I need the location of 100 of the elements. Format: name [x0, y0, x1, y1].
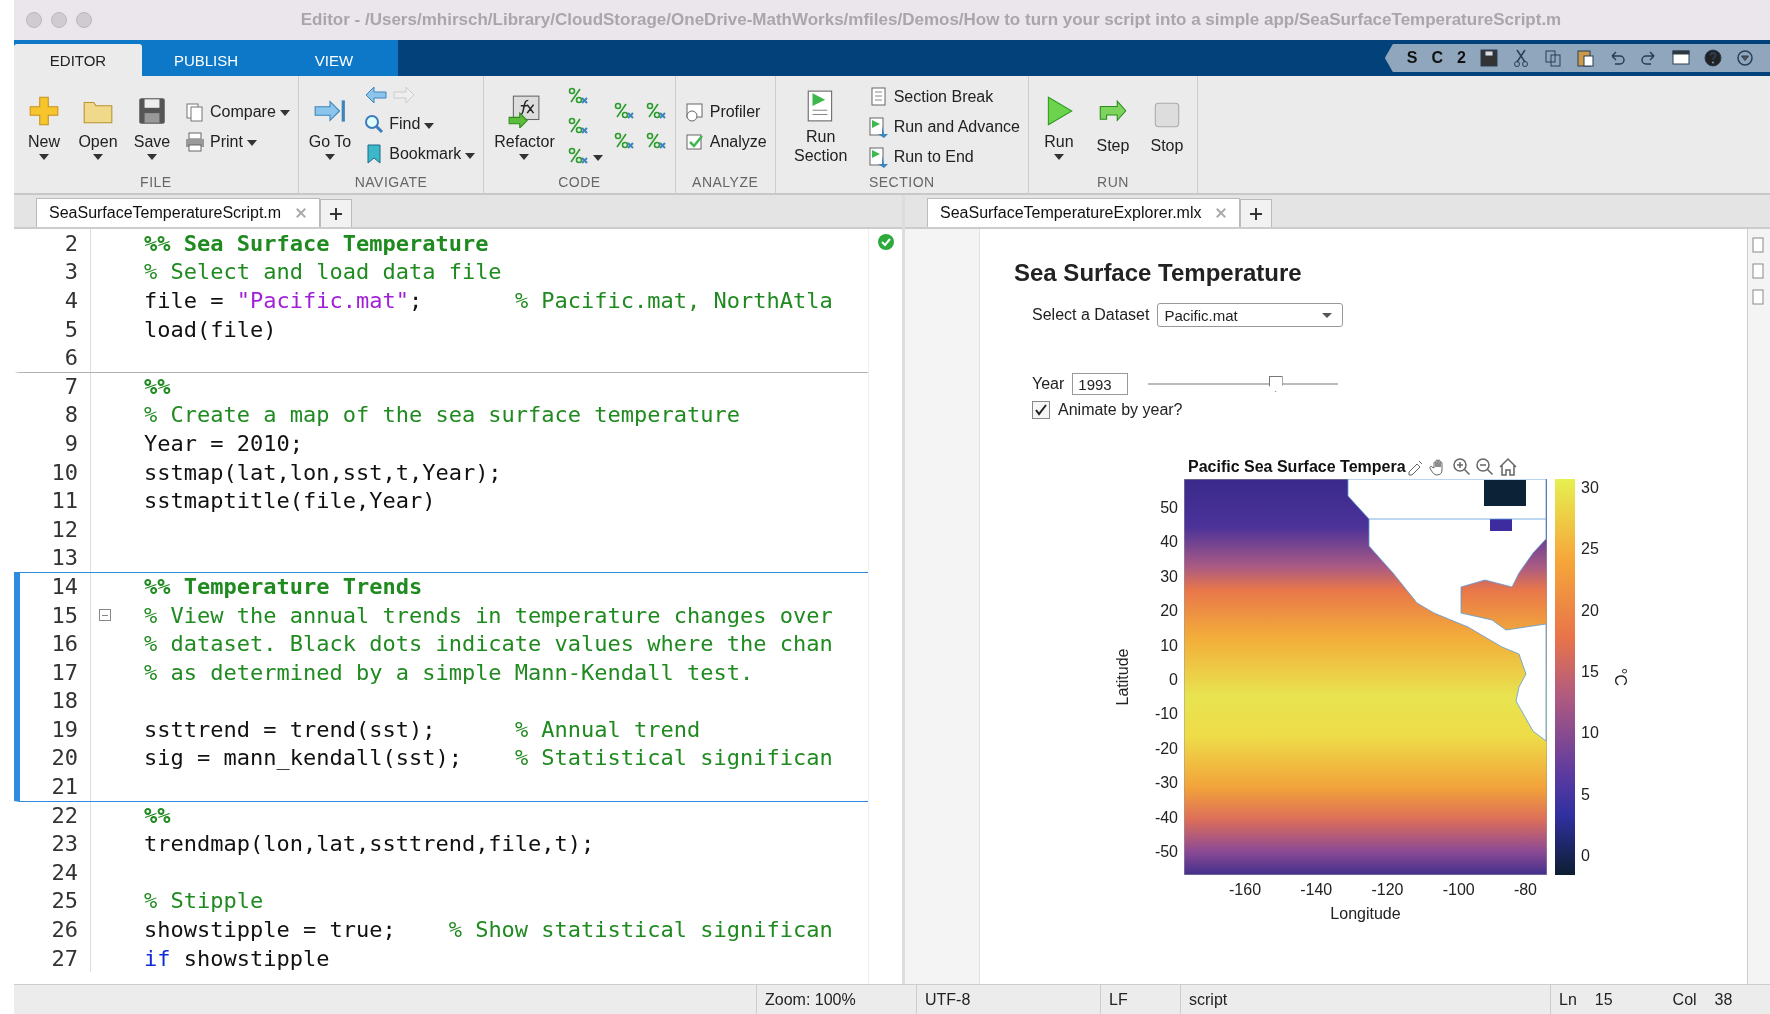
axis-label: Latitude	[1114, 648, 1132, 706]
live-script-heading: Sea Surface Temperature	[1014, 259, 1303, 287]
collapse-icon[interactable]	[99, 609, 111, 621]
zoom-out-icon[interactable]	[1474, 457, 1495, 477]
toolbar-button[interactable]: Print	[182, 128, 292, 155]
line-number: 10	[50, 459, 79, 485]
close-icon[interactable]	[295, 207, 308, 219]
toolbar-button[interactable]: Analyze	[681, 128, 769, 155]
year-field[interactable]: 1993	[1072, 373, 1129, 395]
line-number: 5	[63, 316, 79, 342]
toolbar-group-label: CODE	[557, 173, 602, 192]
toolbar-button[interactable]: Save	[128, 91, 176, 162]
axis-tick-label: -50	[1154, 842, 1178, 861]
colorbar-tick-label: 25	[1581, 540, 1600, 559]
tab-label: SeaSurfaceTemperatureExplorer.mlx	[940, 204, 1202, 222]
plus-icon	[329, 206, 344, 221]
windows-icon[interactable]	[1671, 48, 1691, 68]
toolbar-button[interactable]: New	[20, 91, 68, 162]
code-line: % Stipple	[143, 888, 264, 914]
help-icon[interactable]	[1703, 48, 1723, 68]
line-number: 25	[50, 888, 79, 914]
code-line: %% Temperature Trends	[143, 574, 423, 600]
toolbar-button[interactable]: Section Break	[865, 83, 1022, 110]
toolbar-icon	[184, 100, 206, 123]
axis-tick-label: 20	[1160, 602, 1178, 621]
line-number: 19	[50, 716, 79, 742]
toolbar-button[interactable]: Run Section	[781, 86, 860, 167]
axis-tick-label: -160	[1229, 881, 1262, 900]
toolbar-button[interactable]: Refactor	[490, 91, 559, 162]
ribbon-tab[interactable]: VIEW	[270, 44, 398, 76]
status-text: 38	[1714, 990, 1733, 1009]
code-line: trendmap(lon,lat,ssttrend,file,t);	[143, 831, 595, 857]
caret-icon	[39, 153, 49, 160]
toolbar-button[interactable]: Bookmark	[361, 141, 478, 167]
checkbox[interactable]	[1032, 401, 1050, 419]
close-icon[interactable]	[1215, 207, 1228, 219]
line-number: 2	[63, 230, 79, 256]
status-line-ending: LF	[1100, 985, 1180, 1014]
toolbar-group-label: RUN	[1096, 173, 1130, 192]
dataset-dropdown[interactable]: Pacific.mat	[1157, 303, 1344, 327]
axis-tick-label: -40	[1154, 808, 1178, 827]
code-line: % View the annual trends in temperature changes over	[143, 602, 833, 628]
line-number: 6	[63, 345, 79, 371]
status-encoding: UTF-8	[916, 985, 1100, 1014]
caret-icon	[592, 155, 603, 161]
toolbar-button[interactable]: Compare	[182, 98, 292, 125]
line-number: 15	[50, 602, 79, 628]
axis-tick-label: 10	[1160, 636, 1178, 655]
caret-icon	[93, 153, 103, 160]
axis-tick-label: -20	[1154, 739, 1178, 758]
code-line: %% Sea Surface Temperature	[143, 230, 489, 256]
paste-icon[interactable]	[1575, 48, 1595, 68]
code-line: % Select and load data file	[143, 259, 502, 285]
new-tab-button[interactable]	[1240, 199, 1273, 227]
ribbon-tab[interactable]: EDITOR	[14, 44, 142, 76]
slider-thumb[interactable]	[1268, 376, 1283, 392]
axis-tick-label: 50	[1160, 499, 1178, 517]
toolbar-button[interactable]: Open	[74, 91, 122, 162]
code-line: file = "Pacific.mat"; % Pacific.mat, NorthAtla	[143, 288, 833, 313]
toolbar-button[interactable]: Run to End	[865, 143, 1022, 170]
toolbar-button[interactable]: Run	[1034, 91, 1083, 162]
toolbar-button[interactable]: Find	[361, 111, 478, 137]
line-number: 16	[50, 631, 79, 657]
code-line: %%	[143, 803, 171, 829]
axis-tick-label: -100	[1442, 881, 1475, 900]
code-line: ssttrend = trend(sst); % Annual trend	[143, 716, 701, 742]
shortcut-button[interactable]: S	[1402, 49, 1422, 67]
line-number: 13	[50, 545, 79, 571]
copy-icon[interactable]	[1543, 48, 1563, 68]
ribbon-tab[interactable]: PUBLISH	[142, 44, 270, 76]
check-icon	[876, 233, 895, 251]
colorbar-label: °C	[1611, 668, 1629, 686]
cut-icon[interactable]	[1511, 48, 1531, 68]
toolbar-group-label: ANALYZE	[691, 173, 760, 192]
file-tab[interactable]: SeaSurfaceTemperatureScript.m	[36, 198, 321, 227]
shortcut-button[interactable]: C	[1427, 49, 1448, 67]
toolbar-button[interactable]: Go To	[304, 91, 356, 162]
toolbar-button[interactable]: Profiler	[681, 98, 769, 125]
line-number: 8	[63, 402, 79, 428]
document-icon[interactable]	[1752, 263, 1764, 279]
line-number: 23	[50, 831, 79, 857]
home-icon[interactable]	[1497, 457, 1518, 477]
shortcut-button[interactable]: 2	[1453, 49, 1470, 67]
toolbar-group-label: NAVIGATE	[353, 173, 429, 192]
line-number: 11	[50, 488, 79, 514]
code-line: sstmaptitle(file,Year)	[143, 488, 436, 514]
toolbar-button[interactable]: Stop	[1142, 96, 1191, 157]
zoom-in-icon[interactable]	[1451, 457, 1472, 477]
line-number: 24	[50, 859, 79, 885]
document-icon[interactable]	[1752, 237, 1764, 253]
toolbar-button[interactable]: Step	[1088, 96, 1137, 157]
new-tab-button[interactable]	[320, 199, 353, 227]
caret-icon	[246, 140, 257, 146]
document-icon[interactable]	[1752, 289, 1764, 305]
dropdown-icon[interactable]	[1735, 48, 1755, 68]
toolbar-button[interactable]: Run and Advance	[865, 113, 1022, 140]
colorbar-tick-label: 0	[1581, 846, 1591, 865]
axis-tick-label: -140	[1300, 881, 1333, 900]
file-tab[interactable]: SeaSurfaceTemperatureExplorer.mlx	[927, 198, 1241, 227]
save-icon[interactable]	[1479, 48, 1499, 68]
